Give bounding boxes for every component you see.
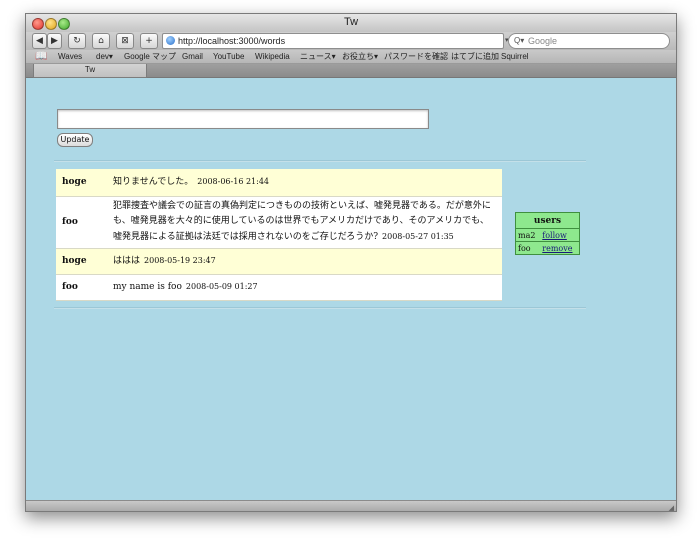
word-message: ははは 2008-05-19 23:47 — [113, 248, 502, 274]
table-row: foo 犯罪捜査や議会での証言の真偽判定につきものの技術といえば、嘘発見器である… — [56, 196, 502, 248]
page-content: Update hoge 知りませんでした。 2008-06-16 21:44 fo… — [26, 78, 676, 500]
word-text: 知りませんでした。 — [113, 177, 194, 188]
word-user: foo — [62, 217, 78, 227]
word-message: 知りませんでした。 2008-06-16 21:44 — [113, 169, 502, 196]
search-field[interactable]: Q▾ Google — [508, 33, 670, 49]
word-timestamp: 2008-06-16 21:44 — [197, 177, 270, 187]
bookmark-youtube[interactable]: YouTube — [213, 50, 244, 63]
bottom-divider — [54, 307, 586, 309]
bookmark-wikipedia[interactable]: Wikipedia — [255, 50, 290, 63]
snapback-button[interactable]: ⊠ — [116, 33, 134, 49]
window-title: Tw — [343, 16, 359, 28]
users-header: users — [515, 212, 580, 229]
bookmark-useful[interactable]: お役立ち▾ — [342, 50, 378, 63]
users-row: foo remove — [515, 241, 580, 255]
back-button[interactable]: ◀ — [32, 33, 47, 49]
window-resize-icon[interactable]: ◢ — [669, 504, 674, 511]
users-header-row: users — [515, 212, 580, 229]
search-placeholder: Google — [528, 36, 558, 46]
user-name: ma2 — [515, 228, 541, 242]
word-message: 犯罪捜査や議会での証言の真偽判定につきものの技術といえば、嘘発見器である。だが意… — [113, 196, 502, 248]
word-user: hoge — [62, 177, 87, 188]
search-icon: Q▾ — [514, 36, 525, 45]
user-name: foo — [515, 241, 541, 255]
word-textarea[interactable] — [57, 109, 429, 129]
book-icon[interactable]: 📖 — [35, 50, 47, 63]
forward-button[interactable]: ▶ — [47, 33, 62, 49]
browser-window: Tw ◀ ▶ ↻ ⌂ ⊠ + http://localhost:3000/wor… — [25, 13, 677, 512]
words-table: hoge 知りませんでした。 2008-06-16 21:44 foo 犯罪捜査や… — [56, 169, 502, 301]
table-row: hoge ははは 2008-05-19 23:47 — [56, 248, 502, 274]
remove-link[interactable]: remove — [542, 244, 572, 253]
browser-toolbar: ◀ ▶ ↻ ⌂ ⊠ + http://localhost:3000/words … — [26, 32, 676, 50]
tab-bar: Tw — [26, 64, 676, 78]
address-bar[interactable]: http://localhost:3000/words — [162, 33, 504, 49]
add-bookmark-button[interactable]: + — [140, 33, 158, 49]
bookmark-squirrel[interactable]: Squirrel — [501, 50, 529, 63]
word-text: ははは — [113, 256, 141, 266]
bookmark-dev[interactable]: dev▾ — [96, 50, 113, 63]
bookmark-waves[interactable]: Waves — [58, 50, 82, 63]
reload-button[interactable]: ↻ — [68, 33, 86, 49]
tab-tw[interactable]: Tw — [33, 64, 147, 78]
status-bar: ◢ — [26, 500, 676, 511]
word-timestamp: 2008-05-19 23:47 — [144, 256, 216, 265]
bookmarks-bar: 📖 Waves dev▾ Google マップ Gmail YouTube Wi… — [26, 50, 676, 64]
home-button[interactable]: ⌂ — [92, 33, 110, 49]
word-user: foo — [62, 282, 78, 292]
users-row: ma2 follow — [515, 228, 580, 242]
bookmark-news[interactable]: ニュース▾ — [300, 50, 336, 63]
word-message: my name is foo 2008-05-09 01:27 — [113, 274, 502, 300]
follow-link[interactable]: follow — [542, 231, 567, 240]
top-divider — [54, 160, 586, 162]
bookmark-password[interactable]: パスワードを確認 — [384, 50, 448, 63]
bookmark-google-maps[interactable]: Google マップ — [124, 50, 176, 63]
bookmark-gmail[interactable]: Gmail — [182, 50, 203, 63]
word-text: my name is foo — [113, 282, 182, 292]
title-bar: Tw — [26, 14, 676, 33]
bookmark-hatebu[interactable]: はてブに追加 — [451, 50, 499, 63]
table-row: foo my name is foo 2008-05-09 01:27 — [56, 274, 502, 300]
word-timestamp: 2008-05-09 01:27 — [185, 282, 258, 291]
update-button[interactable]: Update — [57, 133, 93, 147]
word-timestamp: 2008-05-27 01:35 — [382, 232, 454, 241]
table-row: hoge 知りませんでした。 2008-06-16 21:44 — [56, 169, 502, 196]
word-user: hoge — [62, 256, 87, 266]
site-globe-icon — [166, 36, 175, 45]
address-url[interactable]: http://localhost:3000/words — [178, 34, 285, 48]
users-panel: users ma2 follow foo remove — [515, 212, 580, 255]
